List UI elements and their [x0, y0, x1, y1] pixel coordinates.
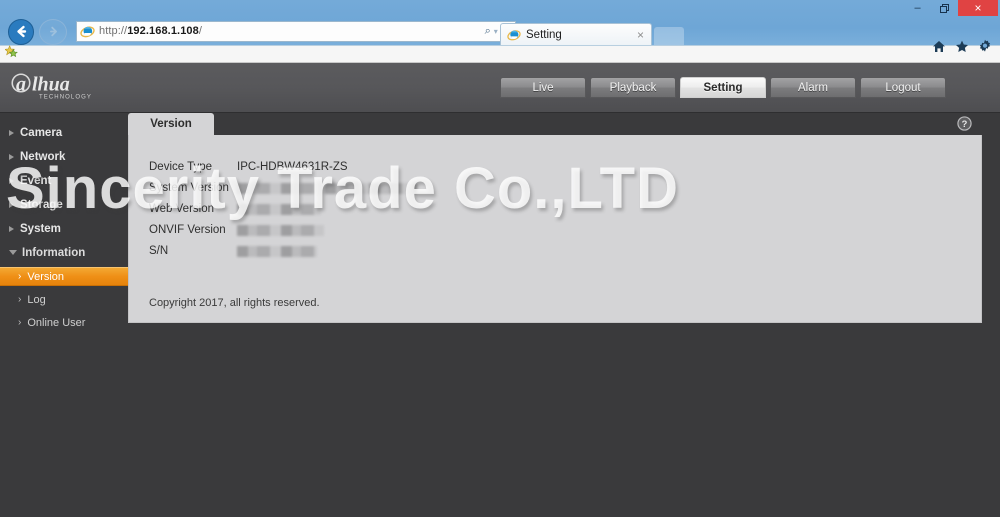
url-text: http://192.168.1.108/	[99, 26, 203, 37]
help-icon[interactable]: ?	[957, 116, 972, 131]
close-window-button[interactable]: ×	[958, 0, 998, 16]
sidebar-item-label: Network	[20, 150, 66, 163]
tab-version[interactable]: Version	[128, 113, 214, 135]
search-icon[interactable]: ⌕	[485, 25, 491, 38]
browser-toolbar-icons	[932, 39, 992, 53]
tab-strip: Setting ×	[500, 23, 684, 45]
sidebar-item-version[interactable]: › Version	[0, 267, 128, 286]
nav-tab-logout[interactable]: Logout	[860, 77, 946, 98]
sidebar-item-online-user[interactable]: › Online User	[0, 313, 128, 332]
sidebar-item-label: Event	[20, 174, 52, 187]
arrow-right-icon	[49, 26, 57, 37]
row-label: System Version	[149, 182, 229, 194]
sidebar-item-storage[interactable]: Storage	[0, 195, 128, 214]
dahua-logo: a lhua TECHNOLOGY	[10, 71, 120, 105]
sidebar-item-information[interactable]: Information	[0, 243, 128, 262]
tab-favicon-icon	[507, 28, 521, 42]
sidebar-item-label: Version	[27, 270, 65, 283]
nav-tab-playback[interactable]: Playback	[590, 77, 676, 98]
row-onvif-version: ONVIF Version	[149, 220, 981, 240]
svg-text:lhua: lhua	[32, 73, 70, 95]
favorites-bar-icon[interactable]	[4, 45, 18, 63]
new-tab-button[interactable]	[654, 27, 684, 45]
svg-text:?: ?	[962, 119, 968, 129]
redacted-value-onvif-version	[237, 224, 324, 236]
forward-button[interactable]	[39, 18, 67, 45]
back-button[interactable]	[8, 18, 34, 45]
ie-favicon-icon	[80, 24, 95, 39]
panel-tab-row: Version ?	[128, 113, 982, 135]
sidebar-item-label: Storage	[20, 198, 63, 211]
row-web-version: Web Version	[149, 199, 981, 219]
chevron-right-icon: ›	[18, 316, 22, 328]
row-label: Web Version	[149, 203, 214, 215]
app-body: Camera Network Event Storage System Info…	[0, 113, 1000, 517]
bookmarks-bar	[0, 45, 1000, 63]
sidebar-item-network[interactable]: Network	[0, 147, 128, 166]
redacted-value-system-version	[237, 182, 417, 194]
chevron-right-icon: ›	[18, 270, 22, 282]
dahua-web-ui: a lhua TECHNOLOGY Live Playback Setting …	[0, 63, 1000, 517]
tab-close-icon[interactable]: ×	[634, 29, 647, 41]
version-panel: Device Type IPC-HDBW4631R-ZS System Vers…	[128, 135, 982, 323]
sidebar-item-label: Information	[22, 246, 86, 259]
main-navigation: Live Playback Setting Alarm Logout	[500, 77, 992, 98]
browser-tab[interactable]: Setting ×	[500, 23, 652, 45]
chevron-right-icon: ›	[18, 293, 22, 305]
row-label: ONVIF Version	[149, 224, 226, 236]
chevron-right-icon	[9, 225, 14, 232]
tab-title: Setting	[526, 28, 562, 41]
row-device-type: Device Type IPC-HDBW4631R-ZS	[149, 157, 981, 177]
version-info-rows: Device Type IPC-HDBW4631R-ZS System Vers…	[129, 135, 981, 261]
search-dropdown-icon[interactable]: ▾	[494, 27, 498, 36]
gear-icon[interactable]	[978, 39, 992, 53]
arrow-left-icon	[16, 25, 26, 38]
browser-chrome: – × http://192.168.1.108/ ⌕ ▾ Setting ×	[0, 0, 1000, 63]
chevron-right-icon	[9, 153, 14, 160]
copyright-text: Copyright 2017, all rights reserved.	[149, 297, 320, 309]
svg-text:a: a	[16, 73, 26, 95]
sidebar-item-label: Online User	[27, 316, 86, 329]
dahua-logo-icon: a lhua TECHNOLOGY	[11, 72, 92, 100]
home-icon[interactable]	[932, 40, 946, 53]
sidebar-item-label: System	[20, 222, 61, 235]
redacted-value-serial-number	[237, 245, 317, 257]
nav-tab-setting[interactable]: Setting	[680, 77, 766, 98]
sidebar-item-system[interactable]: System	[0, 219, 128, 238]
restore-button[interactable]	[931, 0, 958, 16]
address-bar[interactable]: http://192.168.1.108/ ⌕ ▾ ↻	[76, 21, 516, 42]
star-icon[interactable]	[955, 40, 969, 53]
row-serial-number: S/N	[149, 241, 981, 261]
chevron-right-icon	[9, 177, 14, 184]
restore-icon	[940, 3, 949, 13]
chevron-right-icon	[9, 129, 14, 136]
svg-text:TECHNOLOGY: TECHNOLOGY	[39, 94, 92, 100]
sidebar-item-label: Camera	[20, 126, 63, 139]
row-value-device-type: IPC-HDBW4631R-ZS	[237, 161, 348, 173]
sidebar-item-event[interactable]: Event	[0, 171, 128, 190]
sidebar-item-log[interactable]: › Log	[0, 290, 128, 309]
minimize-button[interactable]: –	[904, 0, 931, 16]
row-label: Device Type	[149, 161, 213, 173]
app-header: a lhua TECHNOLOGY Live Playback Setting …	[0, 63, 1000, 113]
browser-navigation-row: http://192.168.1.108/ ⌕ ▾ ↻ Setting	[0, 18, 1000, 52]
row-system-version: System Version	[149, 178, 981, 198]
redacted-value-web-version	[237, 203, 321, 215]
content-area: Version ? Device Type IPC-HDBW4631R-ZS S	[128, 113, 1000, 517]
chevron-right-icon	[9, 201, 14, 208]
sidebar-menu: Camera Network Event Storage System Info…	[0, 113, 128, 517]
nav-tab-live[interactable]: Live	[500, 77, 586, 98]
sidebar-item-label: Log	[27, 293, 46, 306]
window-titlebar: – ×	[0, 0, 1000, 18]
row-label: S/N	[149, 245, 169, 257]
sidebar-item-camera[interactable]: Camera	[0, 123, 128, 142]
nav-tab-alarm[interactable]: Alarm	[770, 77, 856, 98]
chevron-down-icon	[9, 250, 17, 255]
